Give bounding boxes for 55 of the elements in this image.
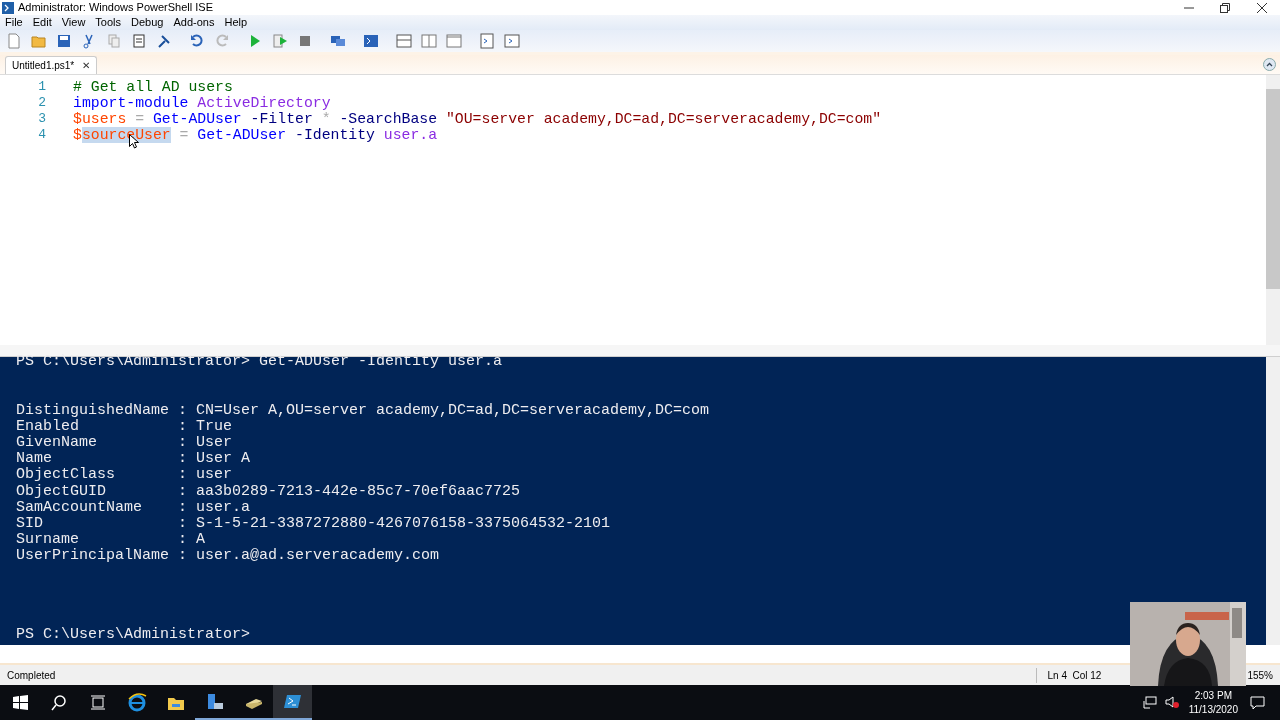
window-title: Administrator: Windows PowerShell ISE [18, 0, 213, 16]
console-line: GivenName : User [16, 434, 234, 452]
console-line: Name : User A [16, 451, 252, 468]
menu-item[interactable]: Add-ons [168, 14, 220, 31]
console-line: Surname : A [16, 532, 206, 549]
console-line: SamAccountName : user.a [16, 499, 252, 516]
collapse-icon[interactable] [1263, 57, 1276, 71]
menu-item[interactable]: Debug [126, 14, 169, 31]
muted-speaker-icon[interactable] [1164, 696, 1179, 709]
console-line: ObjectGUID : aa3b0289-7213-442e-85c7-70ef6aac7725 [16, 483, 522, 500]
clipboard-icon[interactable] [131, 32, 147, 49]
browser-icon[interactable] [126, 692, 147, 713]
console-line: PS C:\Users\Administrator> [16, 627, 252, 644]
pane-right-icon[interactable] [421, 32, 437, 49]
cursor-position: Ln 4 Col 12 [1036, 667, 1112, 683]
line-number: 2 [37, 94, 46, 112]
line-number: 3 [37, 110, 46, 128]
console-line: PS C:\Users\Administrator> Get-ADUser -Identity user.a [16, 354, 504, 371]
console-line: UserPrincipalName : user.a@ad.serveracademy.com [16, 548, 441, 565]
save-icon[interactable] [56, 32, 72, 49]
menu-item[interactable]: Edit [27, 14, 57, 31]
close-icon[interactable] [1257, 2, 1267, 13]
scrollbar[interactable] [1266, 74, 1280, 346]
menu-item[interactable]: File [0, 14, 28, 31]
code-line: $sourceUser = Get-ADUser -Identity user.a [73, 126, 438, 143]
clock-time[interactable]: 2:03 PM [1194, 688, 1232, 703]
menu-item[interactable]: View [56, 14, 91, 31]
zoom-level: 155% [1247, 668, 1273, 683]
search-icon[interactable] [48, 692, 69, 713]
show-pane-icon[interactable] [504, 32, 520, 49]
console-line: Enabled : True [16, 418, 234, 435]
code-line: # Get all AD users [73, 78, 233, 95]
console-line: SID : S-1-5-21-3387272880-4267076158-3375064532-2101 [16, 515, 612, 533]
undo-icon[interactable] [189, 32, 205, 49]
code-line: $users = Get-ADUser -Filter * -SearchBase "OU=server academy,DC=ad,DC=serveracademy,DC=com" [73, 110, 882, 127]
scrollbar[interactable] [1266, 357, 1280, 646]
menu-item[interactable]: Tools [90, 14, 127, 31]
line-number: 1 [37, 78, 46, 96]
run-selection-icon[interactable] [272, 32, 288, 49]
line-number: 4 [37, 126, 46, 144]
tab[interactable]: Untitled1.ps1* ✕ [5, 55, 98, 74]
console-line: ObjectClass : user [16, 467, 234, 484]
clock-date[interactable]: 11/13/2020 [1188, 702, 1238, 717]
code-line: import-module ActiveDirectory [73, 94, 331, 111]
close-icon[interactable]: ✕ [82, 57, 91, 73]
network-icon[interactable] [1142, 696, 1157, 709]
menu-item[interactable]: Help [219, 14, 253, 31]
console-line: DistinguishedName : CN=User A,OU=server academy,DC=ad,DC=serveracademy,DC=com [16, 402, 711, 419]
pane-top-icon[interactable] [396, 32, 412, 49]
pane-max-icon[interactable] [446, 32, 462, 49]
notifications-icon[interactable] [1250, 695, 1265, 710]
show-script-icon[interactable] [479, 32, 495, 49]
console-icon[interactable] [363, 32, 379, 49]
restore-icon[interactable] [1220, 2, 1230, 13]
status-text: Completed [7, 668, 56, 683]
